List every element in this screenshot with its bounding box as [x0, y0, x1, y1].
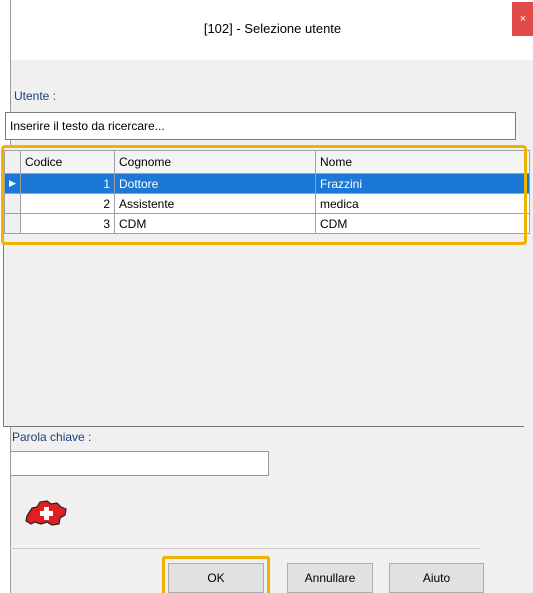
keyword-label: Parola chiave : — [12, 430, 92, 444]
table-row[interactable]: 3 CDM CDM — [4, 213, 530, 234]
swiss-flag-icon — [25, 500, 67, 526]
cell-nome[interactable]: CDM — [315, 213, 530, 234]
table-row[interactable]: ▶ 1 Dottore Frazzini — [4, 173, 530, 194]
close-button[interactable]: × — [512, 2, 533, 36]
window-title: [102] - Selezione utente — [203, 21, 342, 36]
user-grid[interactable]: Codice Cognome Nome ▶ 1 Dottore Frazzini… — [4, 150, 530, 234]
cell-codice[interactable]: 3 — [20, 213, 115, 234]
cancel-button[interactable]: Annullare — [287, 563, 373, 593]
column-header-cognome[interactable]: Cognome — [114, 150, 316, 174]
grid-header-row: Codice Cognome Nome — [4, 150, 530, 174]
footer-separator — [10, 548, 480, 549]
row-indicator — [4, 213, 21, 234]
column-header-nome[interactable]: Nome — [315, 150, 530, 174]
keyword-input[interactable] — [10, 451, 269, 476]
cell-cognome[interactable]: Dottore — [114, 173, 316, 194]
title-bar: [102] - Selezione utente × — [11, 0, 533, 60]
cell-cognome[interactable]: CDM — [114, 213, 316, 234]
cell-codice[interactable]: 1 — [20, 173, 115, 194]
help-button[interactable]: Aiuto — [389, 563, 484, 593]
cell-nome[interactable]: medica — [315, 193, 530, 214]
cell-nome[interactable]: Frazzini — [315, 173, 530, 194]
cell-codice[interactable]: 2 — [20, 193, 115, 214]
cell-cognome[interactable]: Assistente — [114, 193, 316, 214]
row-pointer-icon: ▶ — [4, 173, 21, 194]
ok-button[interactable]: OK — [168, 563, 264, 593]
user-search-input[interactable] — [5, 112, 516, 140]
close-icon: × — [519, 13, 527, 25]
user-label: Utente : — [14, 89, 57, 103]
row-indicator — [4, 193, 21, 214]
column-header-codice[interactable]: Codice — [20, 150, 115, 174]
table-row[interactable]: 2 Assistente medica — [4, 193, 530, 214]
row-indicator-header — [4, 150, 21, 174]
